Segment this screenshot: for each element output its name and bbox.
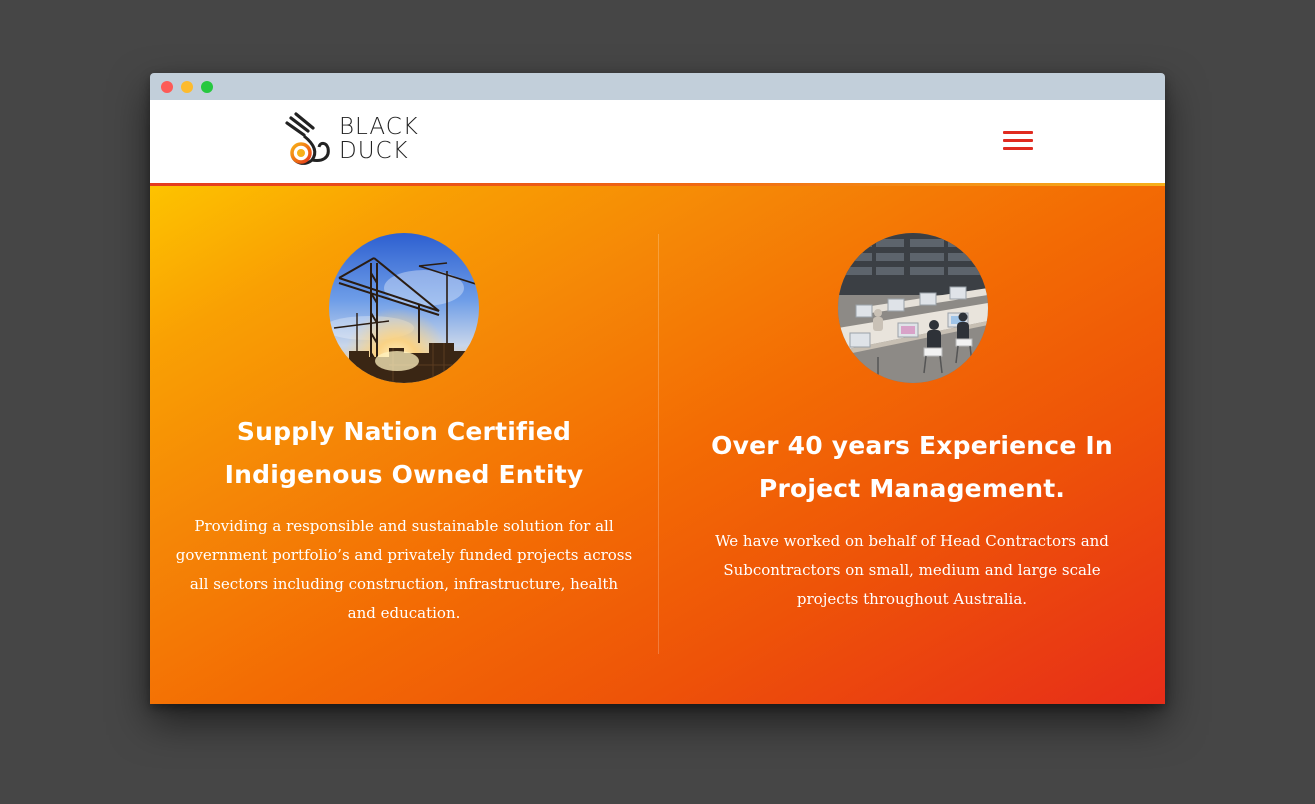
feature-heading-line: Supply Nation Certified bbox=[236, 417, 572, 446]
logo-line-1: BLACK bbox=[339, 114, 419, 140]
office-workspace-photo bbox=[838, 233, 988, 383]
site-logo[interactable]: BLACK DUCK bbox=[284, 112, 444, 168]
feature-description-experience: We have worked on behalf of Head Contrac… bbox=[715, 532, 1109, 608]
hero-section: Supply Nation Certified Indigenous Owned… bbox=[150, 186, 1165, 704]
logo-line-2: DUCK bbox=[339, 138, 409, 164]
feature-heading-line: Over 40 years Experience In bbox=[711, 431, 1113, 460]
minimize-window-button[interactable] bbox=[181, 81, 193, 93]
feature-heading-experience: Over 40 years Experience In Project Mana… bbox=[658, 424, 1165, 510]
window-titlebar bbox=[150, 73, 1165, 100]
close-window-button[interactable] bbox=[161, 81, 173, 93]
feature-heading-line: Indigenous Owned Entity bbox=[224, 460, 584, 489]
hamburger-menu-icon[interactable] bbox=[1003, 130, 1033, 152]
feature-description-certified: Providing a responsible and sustainable … bbox=[175, 517, 633, 622]
logo-wordmark: BLACK DUCK bbox=[339, 115, 419, 163]
maximize-window-button[interactable] bbox=[201, 81, 213, 93]
browser-window: BLACK DUCK Supply Nation Certified Indig… bbox=[150, 73, 1165, 704]
construction-cranes-photo bbox=[329, 233, 479, 383]
feature-heading-line: Project Management. bbox=[758, 474, 1066, 503]
site-header: BLACK DUCK bbox=[150, 100, 1165, 183]
feature-heading-certified: Supply Nation Certified Indigenous Owned… bbox=[150, 410, 658, 496]
black-duck-icon bbox=[285, 112, 330, 165]
